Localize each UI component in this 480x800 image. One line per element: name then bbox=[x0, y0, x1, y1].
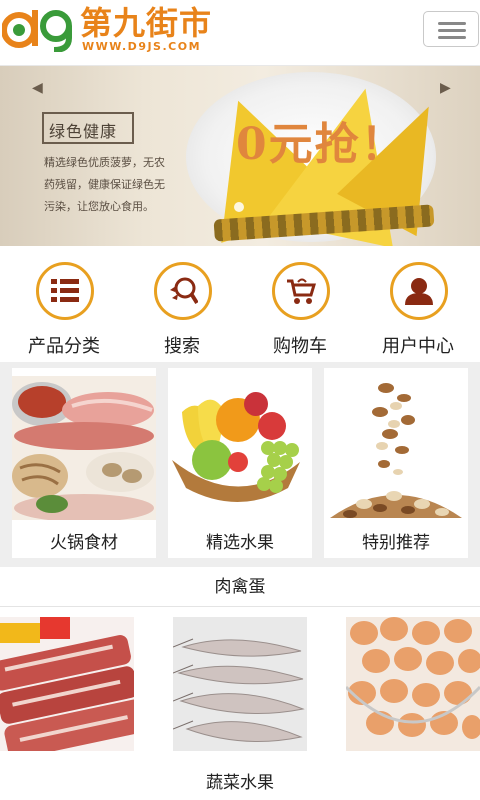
category-card-recommend[interactable]: 特别推荐 bbox=[324, 368, 468, 558]
banner-promo-text: 0元抢！ bbox=[236, 119, 407, 170]
nav-cart[interactable]: 购物车 bbox=[240, 260, 360, 357]
product-shrimp-image[interactable] bbox=[173, 617, 307, 751]
cart-icon bbox=[272, 262, 330, 320]
product-eggs-image[interactable] bbox=[346, 617, 480, 751]
site-logo[interactable]: 第九街市 WWW.D9JS.COM bbox=[0, 0, 240, 66]
user-icon bbox=[390, 262, 448, 320]
nav-label: 产品分类 bbox=[28, 336, 100, 357]
nav-label: 购物车 bbox=[273, 336, 327, 357]
fruit-basket-image bbox=[168, 376, 312, 520]
category-card-fruit[interactable]: 精选水果 bbox=[168, 368, 312, 558]
banner-pager-dot[interactable] bbox=[234, 202, 244, 212]
nav-product-category[interactable]: 产品分类 bbox=[4, 260, 124, 357]
section-divider bbox=[0, 606, 480, 607]
menu-button[interactable] bbox=[423, 11, 479, 47]
nav-search[interactable]: 搜索 bbox=[122, 260, 242, 357]
menu-bar-icon bbox=[438, 36, 466, 39]
nav-user-center[interactable]: 用户中心 bbox=[358, 260, 478, 357]
logo-mark-icon bbox=[2, 10, 72, 52]
nav-label: 搜索 bbox=[164, 336, 200, 357]
category-label: 火锅食材 bbox=[50, 533, 118, 553]
search-icon bbox=[154, 262, 212, 320]
banner-prev-icon[interactable]: ◀ bbox=[32, 80, 43, 96]
nav-label: 用户中心 bbox=[382, 336, 454, 357]
category-grid: 火锅食材 精选水果 特别推荐 bbox=[0, 362, 480, 567]
promo-banner[interactable]: 绿色健康 精选绿色优质菠萝，无农药残留，健康保证绿色无污染，让您放心食用。 0元… bbox=[0, 66, 480, 246]
section-title-vegetables: 蔬菜水果 bbox=[206, 773, 274, 793]
quick-nav: 产品分类 搜索 购物车 用户中心 bbox=[0, 246, 480, 362]
menu-bar-icon bbox=[438, 22, 466, 25]
category-label: 精选水果 bbox=[206, 533, 274, 553]
section-title-meat: 肉禽蛋 bbox=[214, 577, 266, 597]
nuts-image bbox=[324, 376, 468, 520]
list-icon bbox=[36, 262, 94, 320]
menu-bar-icon bbox=[438, 29, 466, 32]
banner-heading: 绿色健康 bbox=[49, 122, 118, 141]
category-label: 特别推荐 bbox=[362, 533, 430, 553]
hotpot-image bbox=[12, 376, 156, 520]
site-url: WWW.D9JS.COM bbox=[82, 40, 202, 53]
category-card-hotpot[interactable]: 火锅食材 bbox=[12, 368, 156, 558]
site-title: 第九街市 bbox=[80, 4, 213, 42]
product-ribs-image[interactable] bbox=[0, 617, 134, 751]
banner-next-icon[interactable]: ▶ bbox=[440, 80, 451, 96]
top-header: 第九街市 WWW.D9JS.COM bbox=[0, 0, 480, 66]
banner-description: 精选绿色优质菠萝，无农药残留，健康保证绿色无污染，让您放心食用。 bbox=[44, 156, 165, 213]
